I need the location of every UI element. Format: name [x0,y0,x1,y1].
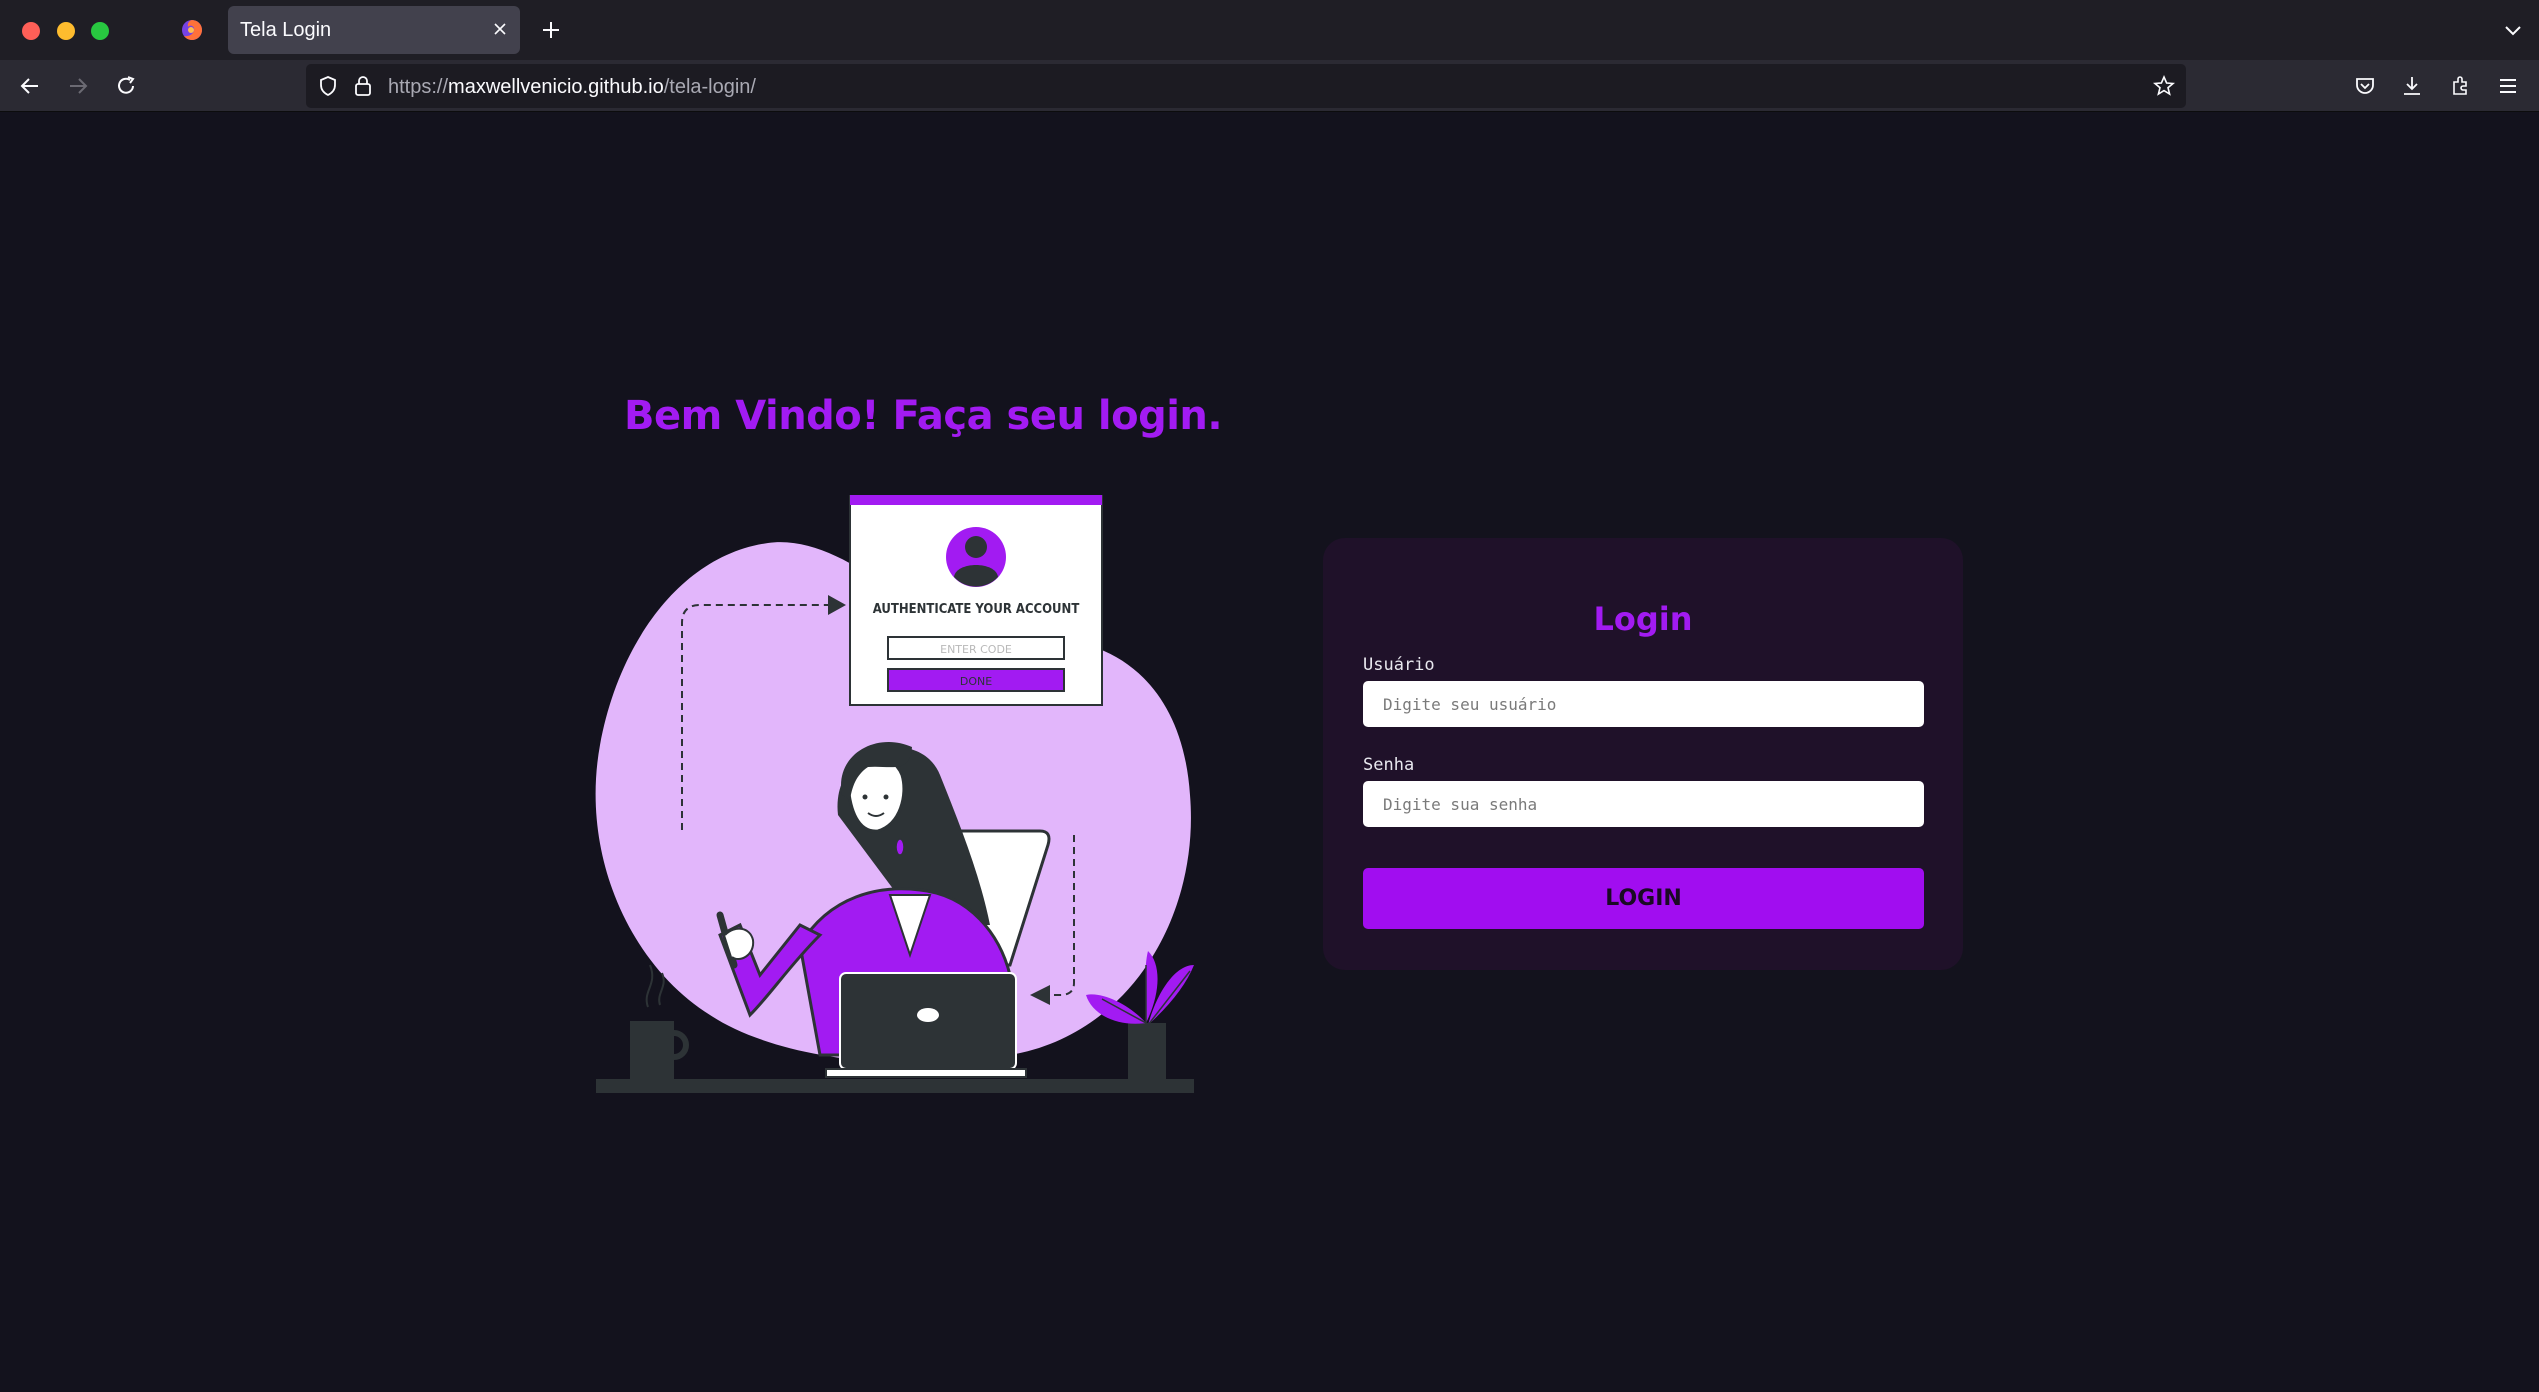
browser-tab-bar: Tela Login [0,0,2539,60]
menu-icon[interactable] [2496,74,2520,98]
browser-nav-bar: https://maxwellvenicio.github.io/tela-lo… [0,60,2539,112]
window-close-button[interactable] [22,22,40,40]
extensions-icon[interactable] [2448,74,2472,98]
login-button[interactable]: LOGIN [1363,868,1924,929]
tab-close-icon[interactable] [490,19,510,39]
reload-icon[interactable] [114,74,138,98]
pocket-icon[interactable] [2353,74,2377,98]
firefox-icon[interactable] [181,19,203,41]
password-input[interactable] [1363,781,1924,827]
login-title: Login [1593,600,1693,638]
url-bar[interactable]: https://maxwellvenicio.github.io/tela-lo… [306,64,2186,108]
url-text[interactable]: https://maxwellvenicio.github.io/tela-lo… [388,76,756,99]
welcome-heading: Bem Vindo! Faça seu login. [624,393,1223,439]
auth-card-done-label: DONE [960,675,992,688]
tab-title: Tela Login [240,19,332,41]
bookmark-star-icon[interactable] [2152,74,2176,98]
new-tab-icon[interactable] [538,17,564,43]
lock-icon[interactable] [352,74,374,98]
auth-card-title: AUTHENTICATE YOUR ACCOUNT [873,602,1080,617]
shield-icon[interactable] [316,74,340,98]
auth-card-code-placeholder: ENTER CODE [940,643,1012,656]
downloads-icon[interactable] [2400,74,2424,98]
username-input[interactable] [1363,681,1924,727]
window-maximize-button[interactable] [91,22,109,40]
login-illustration: AUTHENTICATE YOUR ACCOUNT ENTER CODE DON… [595,495,1194,1093]
password-label: Senha [1363,755,1415,775]
back-arrow-icon[interactable] [18,74,42,98]
window-minimize-button[interactable] [57,22,75,40]
username-label: Usuário [1363,655,1435,675]
forward-arrow-icon[interactable] [66,74,90,98]
tab-list-chevron-icon[interactable] [2502,19,2524,41]
login-card: Login Usuário Senha LOGIN [1323,538,1963,970]
active-tab[interactable]: Tela Login [228,6,520,54]
page-content: Bem Vindo! Faça seu login. AUTHENTICATE … [0,113,2539,1392]
